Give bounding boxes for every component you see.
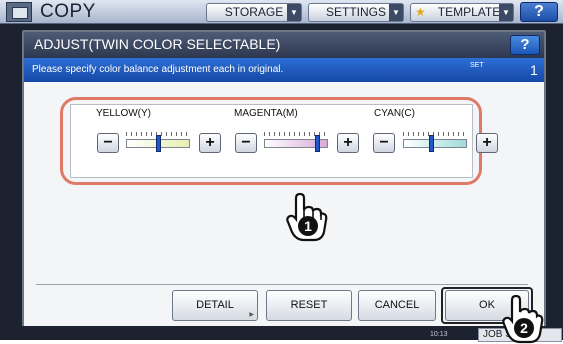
detail-button[interactable]: DETAIL ▶ <box>172 290 258 321</box>
chevron-down-icon: ▼ <box>499 4 513 21</box>
step-1-badge: 1 <box>298 216 318 236</box>
yellow-slider[interactable] <box>126 128 190 154</box>
detail-label: DETAIL <box>196 299 234 311</box>
tab-settings-label: SETTINGS <box>325 5 386 19</box>
cancel-button[interactable]: CANCEL <box>358 290 436 321</box>
chevron-down-icon: ▼ <box>389 4 403 21</box>
slider-knob[interactable] <box>315 135 320 152</box>
chevron-down-icon: ▼ <box>287 4 301 21</box>
triangle-right-icon: ▶ <box>249 312 254 318</box>
magenta-minus-button[interactable]: − <box>235 133 257 153</box>
cyan-slider[interactable] <box>403 128 467 154</box>
slider-track <box>403 139 467 148</box>
copy-icon <box>6 2 32 22</box>
tab-storage-label: STORAGE <box>224 5 284 19</box>
slider-knob[interactable] <box>156 135 161 152</box>
app-title: COPY <box>40 1 96 22</box>
dialog-title-bar: ADJUST(TWIN COLOR SELECTABLE) ? <box>24 32 544 58</box>
tab-storage[interactable]: STORAGE ▼ <box>206 3 302 22</box>
set-count: 1 <box>530 62 538 78</box>
step-2-badge: 2 <box>514 318 534 338</box>
yellow-label: YELLOW(Y) <box>96 108 152 119</box>
magenta-label: MAGENTA(M) <box>234 108 298 119</box>
clock: 10:13 <box>430 331 448 338</box>
cyan-minus-button[interactable]: − <box>373 133 395 153</box>
magenta-plus-button[interactable]: + <box>337 133 359 153</box>
screen: COPY STORAGE ▼ SETTINGS ▼ ★ TEMPLATE ▼ ?… <box>0 0 563 344</box>
footer-separator <box>36 284 528 285</box>
cyan-label: CYAN(C) <box>374 108 415 119</box>
top-bar: COPY STORAGE ▼ SETTINGS ▼ ★ TEMPLATE ▼ ? <box>0 0 563 24</box>
star-icon: ★ <box>415 5 426 19</box>
dialog-title: ADJUST(TWIN COLOR SELECTABLE) <box>34 36 281 52</box>
yellow-minus-button[interactable]: − <box>97 133 119 153</box>
dialog-help-button[interactable]: ? <box>510 35 540 55</box>
magenta-slider[interactable] <box>264 128 328 154</box>
dialog-info-bar: Please specify color balance adjustment … <box>24 58 544 82</box>
tab-template[interactable]: ★ TEMPLATE ▼ <box>410 3 514 22</box>
yellow-plus-button[interactable]: + <box>199 133 221 153</box>
help-button[interactable]: ? <box>520 2 558 22</box>
set-label: SET <box>470 62 484 69</box>
slider-ticks <box>403 128 467 136</box>
reset-button[interactable]: RESET <box>266 290 352 321</box>
cyan-plus-button[interactable]: + <box>476 133 498 153</box>
slider-knob[interactable] <box>429 135 434 152</box>
tab-template-label: TEMPLATE <box>437 5 501 19</box>
dialog-info-text: Please specify color balance adjustment … <box>32 64 284 75</box>
tab-settings[interactable]: SETTINGS ▼ <box>308 3 404 22</box>
